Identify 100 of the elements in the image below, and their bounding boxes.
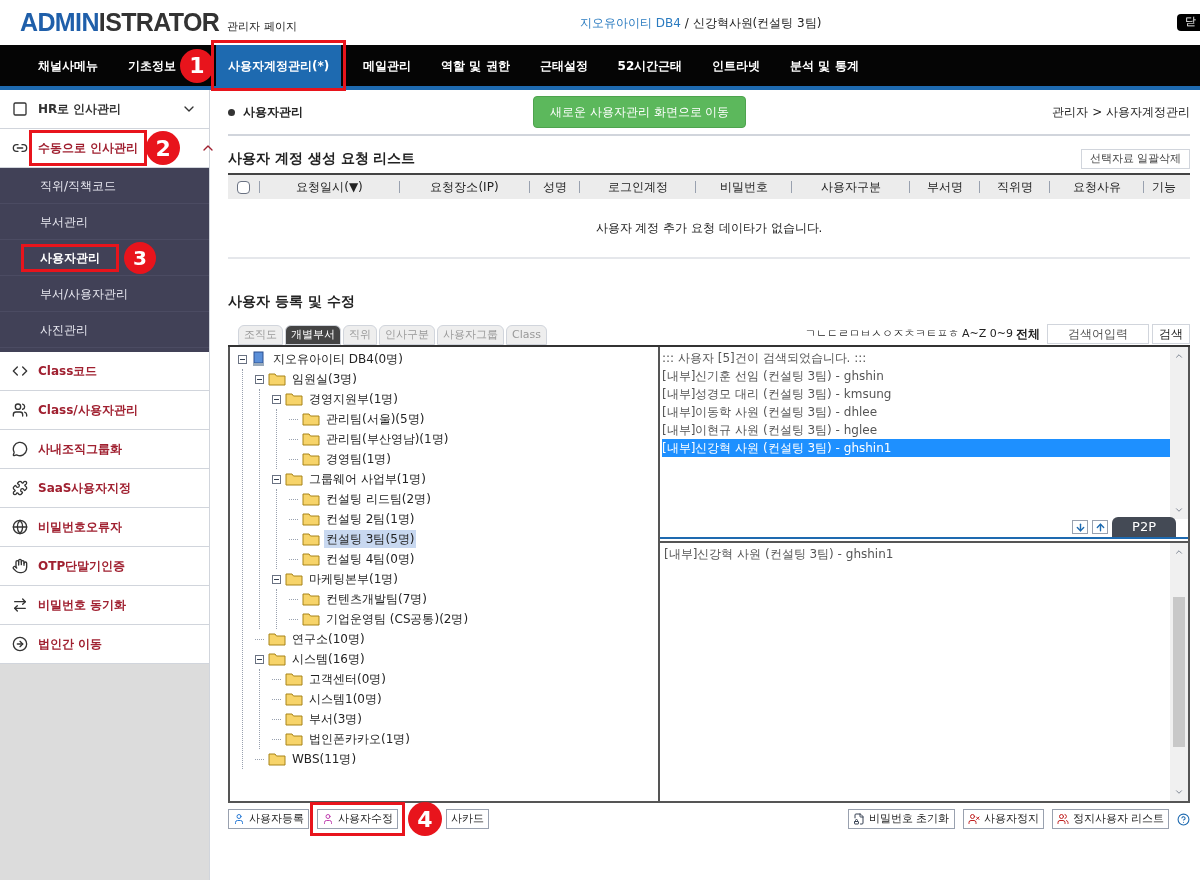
logo-subtitle: 관리자 페이지	[227, 18, 297, 35]
help-icon[interactable]	[1177, 812, 1190, 826]
sidebar-subitem[interactable]: 사진관리	[22, 316, 106, 343]
annotation-number: 4	[408, 802, 442, 836]
nav-tab[interactable]: 분석 및 통계	[790, 45, 859, 86]
nav-tab[interactable]: 기초정보	[128, 45, 176, 86]
empty-message: 사용자 계정 추가 요청 데이타가 없습니다.	[595, 220, 823, 237]
select-all-checkbox[interactable]	[237, 180, 250, 194]
user-option[interactable]: [내부]이동학 사원 (컨설팅 3팀) - dhlee	[662, 403, 1170, 421]
tree-item[interactable]: 컨설팅 2팀(1명)	[324, 510, 417, 528]
action-button[interactable]: 사카드	[446, 809, 489, 829]
tree-item[interactable]: 부서(3명)	[307, 710, 364, 728]
sidebar-subitem[interactable]: 사용자관리	[22, 244, 118, 271]
nav-tab[interactable]: 근태설정	[539, 45, 588, 86]
tree-item[interactable]: 관리팀(부산영남)(1명)	[324, 430, 451, 448]
tree-item[interactable]: 컨설팅 4팀(0명)	[324, 550, 417, 568]
collapse-toggle[interactable]	[238, 354, 247, 364]
folder-icon	[285, 672, 303, 686]
nav-tab[interactable]: 52시간근태	[617, 45, 683, 86]
tree-item[interactable]: 지오유아이티 DB4(0명)	[271, 350, 405, 368]
scroll-up-icon	[1174, 547, 1184, 557]
collapse-toggle[interactable]	[255, 374, 264, 384]
search-field[interactable]: 검색어입력	[1047, 324, 1149, 344]
folder-icon	[302, 592, 320, 606]
scroll-up-icon	[1174, 351, 1184, 361]
filter-tab[interactable]: 개별부서	[285, 325, 341, 345]
scrollbar[interactable]	[1170, 347, 1188, 519]
scrollbar[interactable]	[1170, 543, 1188, 801]
sidebar-subitem[interactable]: 부서/사용자관리	[22, 280, 147, 307]
search-button[interactable]: 검색	[1152, 324, 1190, 344]
folder-icon	[302, 512, 320, 526]
sidebar-item[interactable]: SaaS사용자지정	[0, 469, 209, 508]
current-user: / 신강혁사원(컨설팅 3팀)	[683, 14, 822, 32]
user-option[interactable]: [내부]이현규 사원 (컨설팅 3팀) - hglee	[662, 421, 1170, 439]
tree-item[interactable]: WBS(11명)	[290, 750, 359, 768]
index-all-link[interactable]: 전체	[1016, 325, 1040, 343]
picked-user[interactable]: [내부]신강혁 사원 (컨설팅 3팀) - ghshin1	[664, 545, 1170, 563]
sidebar-item[interactable]: Class코드	[0, 352, 209, 391]
computer-icon	[251, 351, 267, 367]
tree-item[interactable]: 경영지원부(1명)	[307, 390, 400, 408]
collapse-toggle[interactable]	[272, 574, 281, 584]
user-icon	[322, 813, 334, 825]
sidebar-item[interactable]: 사내조직그룹화	[0, 430, 209, 469]
tree-item[interactable]: 마케팅본부(1명)	[307, 570, 400, 588]
folder-icon	[268, 372, 286, 386]
user-option[interactable]: [내부]성경모 대리 (컨설팅 3팀) - kmsung	[662, 385, 1170, 403]
sidebar-item[interactable]: Class/사용자관리	[0, 391, 209, 430]
sidebar-item[interactable]: 비밀번호 동기화	[0, 586, 209, 625]
puzzle-icon	[12, 480, 28, 496]
action-button[interactable]: 사용자정지	[962, 809, 1044, 829]
tree-item[interactable]: 컨설팅 리드팀(2명)	[324, 490, 433, 508]
column-header: 요청사유	[1049, 181, 1143, 193]
folder-icon	[285, 732, 303, 746]
sidebar-item[interactable]: OTP단말기인증	[0, 547, 209, 586]
user-x-icon	[967, 813, 980, 825]
close-button[interactable]: 닫	[1177, 14, 1200, 31]
sidebar-subitem[interactable]: 직위/직책코드	[22, 172, 135, 199]
tree-item[interactable]: 법인폰카카오(1명)	[307, 730, 412, 748]
bulk-delete-button[interactable]: 선택자료 일괄삭제	[1080, 149, 1190, 169]
chat-icon	[12, 441, 28, 457]
tree-item[interactable]: 관리팀(서울)(5명)	[324, 410, 427, 428]
folder-icon	[285, 472, 303, 486]
tree-item[interactable]: 시스템(16명)	[290, 650, 367, 668]
scroll-down-icon	[1174, 505, 1184, 515]
column-header: 성명	[529, 181, 579, 193]
tree-item[interactable]: 시스템1(0명)	[307, 690, 384, 708]
user-option[interactable]: [내부]신기훈 선임 (컨설팅 3팀) - ghshin	[662, 367, 1170, 385]
tree-item[interactable]: 그룹웨어 사업부(1명)	[307, 470, 428, 488]
collapse-toggle[interactable]	[272, 474, 281, 484]
folder-icon	[302, 612, 320, 626]
nav-tab[interactable]: 메일관리	[363, 45, 412, 86]
nav-tab[interactable]: 채널사메뉴	[38, 45, 98, 86]
tree-item[interactable]: 경영팀(1명)	[324, 450, 393, 468]
annotation-number: 2	[146, 131, 181, 165]
user-icon	[233, 813, 245, 825]
tree-item[interactable]: 컨설팅 3팀(5명)	[324, 530, 417, 548]
tree-item[interactable]: 연구소(10명)	[290, 630, 367, 648]
column-header: 요청장소(IP)	[399, 181, 529, 193]
logo: ADMINISTRATOR	[20, 10, 220, 35]
nav-tab[interactable]: 역할 및 권한	[441, 45, 510, 86]
tree-item[interactable]: 컨텐츠개발팀(7명)	[324, 590, 429, 608]
sidebar-item[interactable]: HR로 인사관리	[0, 90, 209, 129]
collapse-toggle[interactable]	[255, 654, 264, 664]
move-down-button[interactable]	[1072, 520, 1089, 534]
sidebar-subitem[interactable]: 부서관리	[22, 208, 106, 235]
move-up-button[interactable]	[1092, 520, 1109, 534]
tree-item[interactable]: 임원실(3명)	[290, 370, 359, 388]
collapse-toggle[interactable]	[272, 394, 281, 404]
column-header: 부서명	[909, 181, 979, 193]
folder-icon	[285, 572, 303, 586]
action-button[interactable]: 비밀번호 초기화	[848, 809, 955, 829]
sidebar-item[interactable]: 비밀번호오류자	[0, 508, 209, 547]
action-button[interactable]: 사용자등록	[228, 809, 309, 829]
p2p-tab[interactable]: P2P	[1112, 517, 1176, 537]
nav-tab[interactable]: 인트라넷	[712, 45, 761, 86]
column-header: 직위명	[979, 181, 1049, 193]
tree-item[interactable]: 기업운영팀 (CS공통)(2명)	[324, 610, 471, 628]
tree-item[interactable]: 고객센터(0명)	[307, 670, 388, 688]
sidebar-item[interactable]: 법인간 이동	[0, 625, 209, 664]
action-button[interactable]: 정지사용자 리스트	[1051, 809, 1169, 829]
